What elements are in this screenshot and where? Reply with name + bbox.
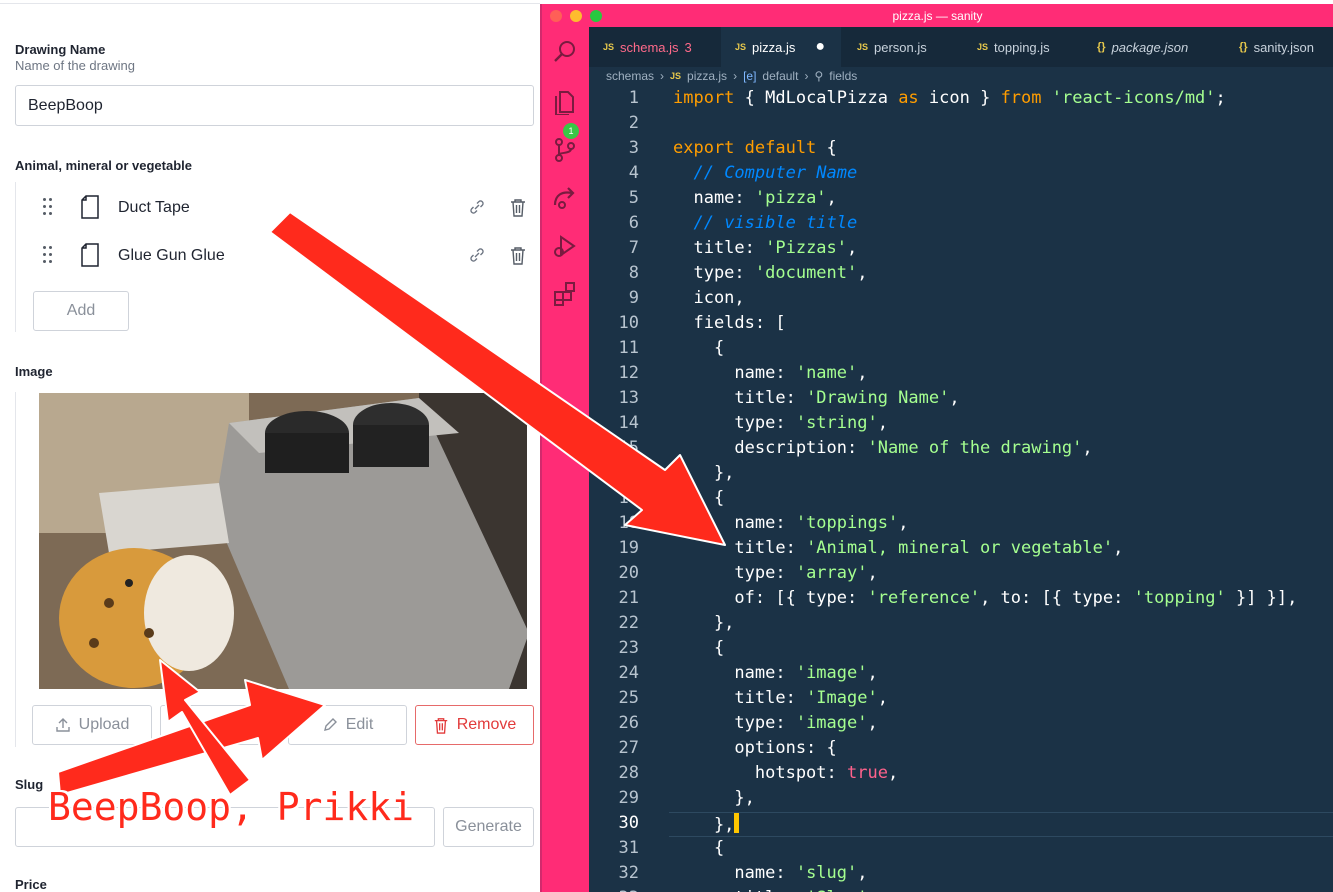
annotation-arrows	[57, 211, 726, 796]
annotation-caption: BeepBoop, Prikki	[48, 785, 415, 829]
